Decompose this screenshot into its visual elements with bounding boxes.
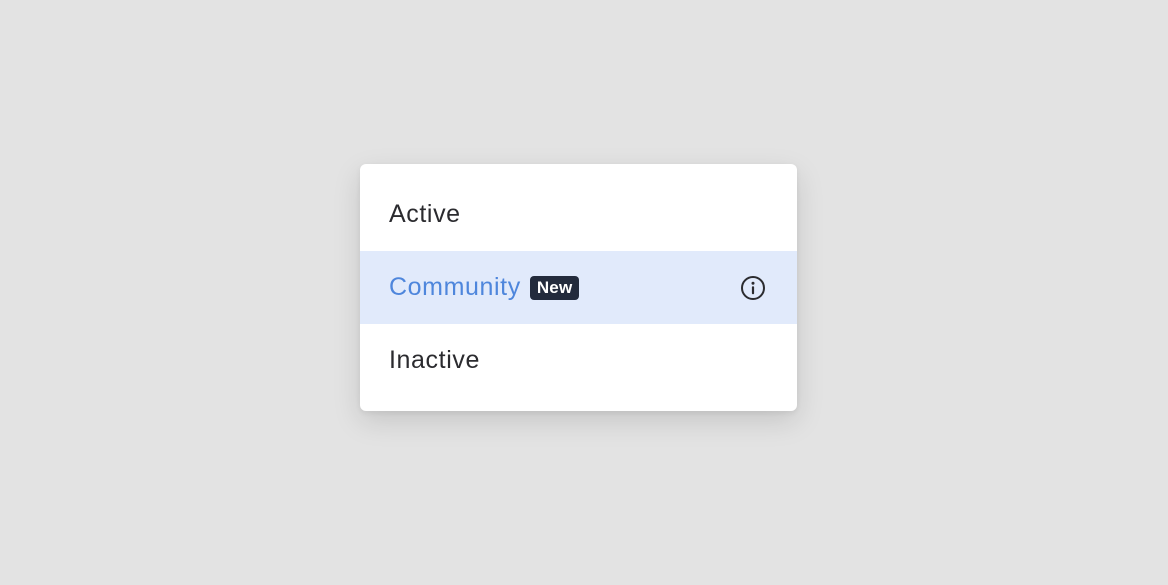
status-dropdown-menu: Active Community New Inactive xyxy=(360,164,797,411)
page-background: Active Community New Inactive xyxy=(0,0,1168,585)
menu-item-active[interactable]: Active xyxy=(360,178,797,251)
menu-item-label: Active xyxy=(389,200,461,228)
menu-item-community[interactable]: Community New xyxy=(360,251,797,324)
info-icon[interactable] xyxy=(740,275,766,301)
menu-item-inactive[interactable]: Inactive xyxy=(360,324,797,397)
menu-item-label: Community xyxy=(389,273,521,301)
new-badge: New xyxy=(529,275,580,300)
menu-item-label: Inactive xyxy=(389,346,480,374)
